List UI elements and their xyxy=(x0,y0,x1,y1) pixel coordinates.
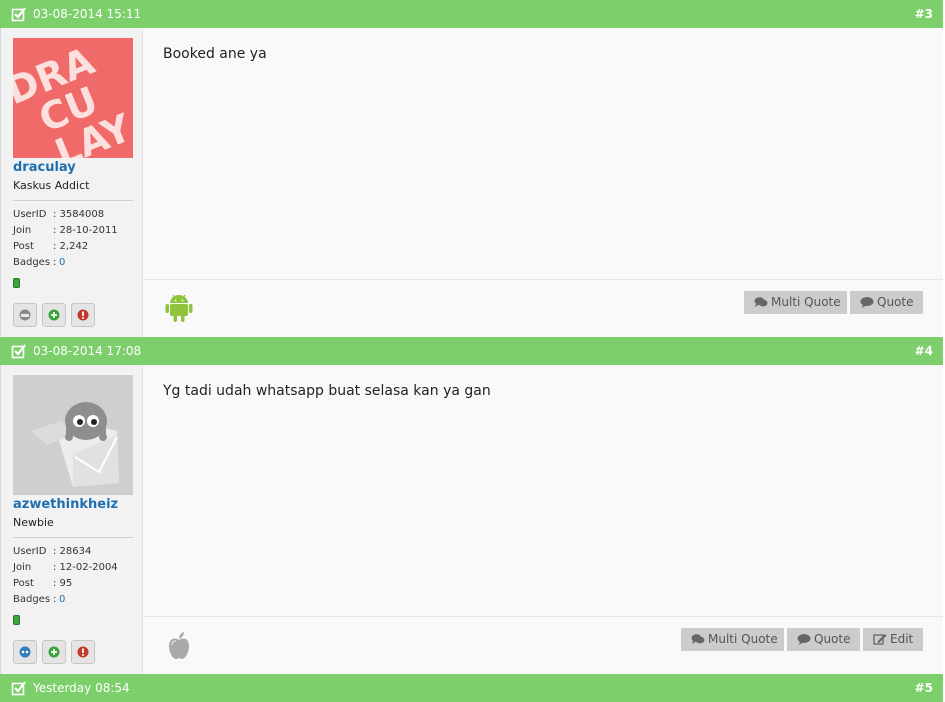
quote-label: Quote xyxy=(814,632,851,646)
edit-icon xyxy=(873,634,887,645)
comment-icon xyxy=(860,297,874,308)
checkbox-icon xyxy=(11,681,26,696)
add-icon xyxy=(48,646,60,658)
stat-value: : 2,242 xyxy=(53,241,89,252)
multi-quote-label: Multi Quote xyxy=(708,632,778,646)
post-number-link[interactable]: #5 xyxy=(915,681,933,695)
comments-icon xyxy=(754,297,768,307)
online-status-icon xyxy=(13,278,20,288)
android-icon xyxy=(165,294,193,322)
post-header: 03-08-2014 17:08 #4 xyxy=(0,337,943,365)
stat-value: : 3584008 xyxy=(53,209,105,220)
post-date: 03-08-2014 15:11 xyxy=(33,7,142,21)
post-5: Yesterday 08:54 #5 xyxy=(0,674,943,702)
user-info-panel: azwethinkheiz Newbie UserID : 28634 Join:… xyxy=(1,365,143,674)
stat-label: UserID xyxy=(13,546,47,557)
stat-label: Post xyxy=(13,578,34,589)
stat-value: : 12-02-2004 xyxy=(53,562,118,573)
post-number-link[interactable]: #3 xyxy=(915,7,933,21)
user-rank: Kaskus Addict xyxy=(13,179,90,192)
username-link[interactable]: azwethinkheiz xyxy=(13,496,118,514)
stat-label: UserID xyxy=(13,209,47,220)
stat-value: : 28634 xyxy=(53,546,92,557)
user-info-panel: DRA CU LAY draculay Kaskus Addict UserID… xyxy=(1,28,143,337)
comments-icon xyxy=(691,634,705,644)
quote-button[interactable]: Quote xyxy=(787,628,860,651)
stat-value: : 95 xyxy=(53,578,73,589)
post-header: 03-08-2014 15:11 #3 xyxy=(0,0,943,28)
post-date: Yesterday 08:54 xyxy=(33,681,130,695)
report-button[interactable] xyxy=(71,303,95,327)
stat-label: Join xyxy=(13,562,32,573)
post-3: 03-08-2014 15:11 #3 DRA CU LAY draculay … xyxy=(0,0,943,337)
stat-separator: : xyxy=(53,257,57,268)
view-profile-button[interactable] xyxy=(13,640,37,664)
post-body: azwethinkheiz Newbie UserID : 28634 Join:… xyxy=(0,365,943,674)
add-friend-button[interactable] xyxy=(42,640,66,664)
alert-icon xyxy=(77,646,89,658)
post-footer: Multi Quote Quote Edit xyxy=(143,616,943,674)
quote-button[interactable]: Quote xyxy=(850,291,923,314)
checkbox-icon xyxy=(11,344,26,359)
stat-value: : 28-10-2011 xyxy=(53,225,118,236)
avatar[interactable] xyxy=(13,375,133,495)
stat-label: Join xyxy=(13,225,32,236)
multi-quote-label: Multi Quote xyxy=(771,295,841,309)
profile-icon xyxy=(19,309,31,321)
add-icon xyxy=(48,309,60,321)
view-profile-button[interactable] xyxy=(13,303,37,327)
report-button[interactable] xyxy=(71,640,95,664)
username-link[interactable]: draculay xyxy=(13,159,76,177)
checkbox-icon xyxy=(11,7,26,22)
profile-icon xyxy=(19,646,31,658)
default-avatar-image xyxy=(13,375,133,495)
edit-button[interactable]: Edit xyxy=(863,628,923,651)
apple-icon xyxy=(169,632,189,659)
user-rank: Newbie xyxy=(13,516,54,529)
multi-quote-button[interactable]: Multi Quote xyxy=(744,291,847,314)
post-content: Yg tadi udah whatsapp buat selasa kan ya… xyxy=(143,365,943,674)
edit-label: Edit xyxy=(890,632,914,646)
post-footer: Multi Quote Quote xyxy=(143,279,943,337)
comment-icon xyxy=(797,634,811,645)
post-header: Yesterday 08:54 #5 xyxy=(0,674,943,702)
stat-separator: : xyxy=(53,594,57,605)
add-friend-button[interactable] xyxy=(42,303,66,327)
post-message: Booked ane ya xyxy=(163,46,267,62)
divider xyxy=(13,200,133,201)
divider xyxy=(13,537,133,538)
avatar[interactable]: DRA CU LAY xyxy=(13,38,133,158)
online-status-icon xyxy=(13,615,20,625)
post-number-link[interactable]: #4 xyxy=(915,344,933,358)
multi-quote-button[interactable]: Multi Quote xyxy=(681,628,784,651)
draculay-avatar-image: DRA CU LAY xyxy=(13,38,133,158)
stat-label: Post xyxy=(13,241,34,252)
post-body: DRA CU LAY draculay Kaskus Addict UserID… xyxy=(0,28,943,337)
stat-label: Badges xyxy=(13,594,51,605)
quote-label: Quote xyxy=(877,295,914,309)
stat-label: Badges xyxy=(13,257,51,268)
alert-icon xyxy=(77,309,89,321)
post-content: Booked ane ya Multi Quote Quote xyxy=(143,28,943,337)
post-4: 03-08-2014 17:08 #4 azwethinkheiz Newbie… xyxy=(0,337,943,674)
post-message: Yg tadi udah whatsapp buat selasa kan ya… xyxy=(163,383,491,399)
badges-link[interactable]: 0 xyxy=(59,255,65,271)
badges-link[interactable]: 0 xyxy=(59,592,65,608)
post-date: 03-08-2014 17:08 xyxy=(33,344,142,358)
